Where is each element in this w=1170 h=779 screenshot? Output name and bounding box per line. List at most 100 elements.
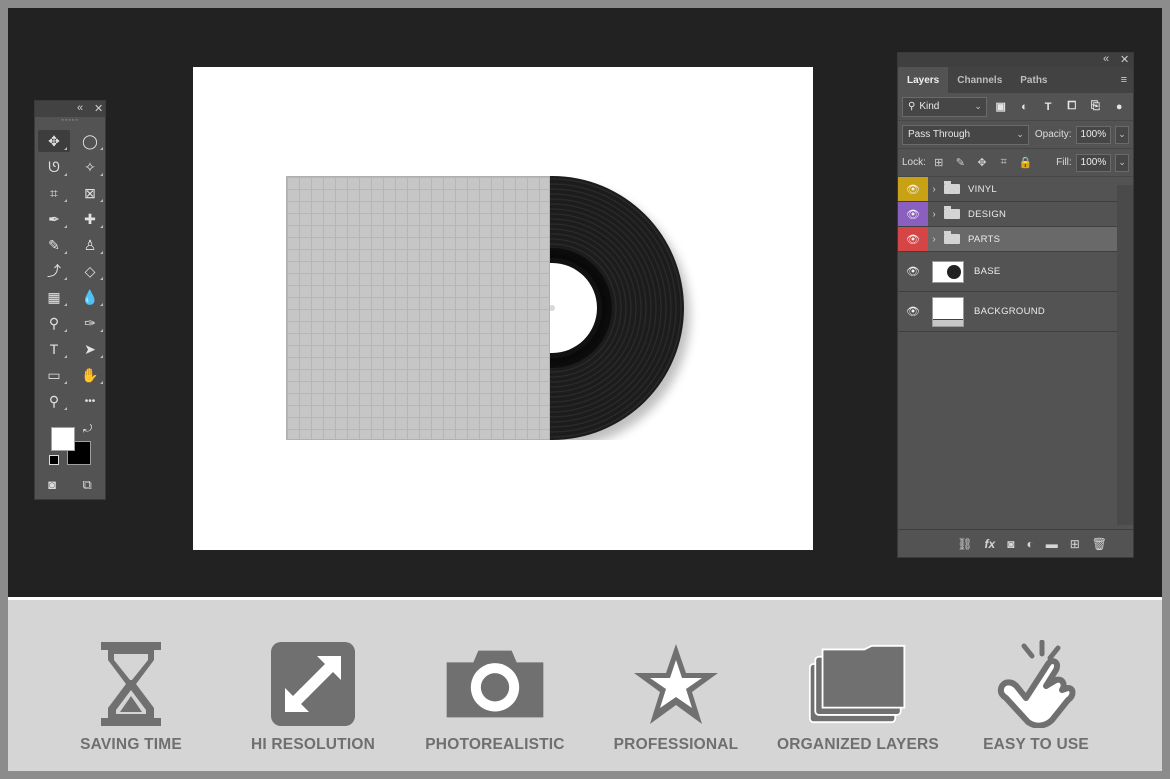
visibility-eye-icon[interactable]: 👁 [898,227,928,251]
trash-icon[interactable]: 🗑 [1092,537,1107,551]
filter-adjustment-icon[interactable]: ◐ [1015,97,1035,117]
feature-label: ORGANIZED LAYERS [777,736,939,753]
lock-image-icon[interactable]: ✎ [952,156,970,169]
panel-grip[interactable]: ▪▪▪▪▪ [35,117,105,127]
search-icon: ⚲ [908,101,916,112]
adjustment-layer-icon[interactable]: ◐ [1026,537,1033,551]
visibility-eye-icon[interactable]: 👁 [898,252,928,291]
visibility-eye-icon[interactable]: 👁 [898,292,928,331]
chevron-right-icon[interactable]: › [928,184,940,195]
blur-tool-icon[interactable]: 💧 [74,286,106,308]
new-layer-icon[interactable]: ⊞ [1070,537,1080,551]
panel-menu-icon[interactable]: ≡ [1121,74,1127,86]
visibility-eye-icon[interactable]: 👁 [898,202,928,226]
close-panel-icon[interactable]: ✕ [1120,53,1129,66]
collapse-panel-icon[interactable]: « [1103,53,1109,65]
more-tools-icon[interactable]: ••• [74,390,106,412]
lock-all-icon[interactable]: 🔒 [1016,156,1034,169]
frame-tool-icon[interactable]: ⊠ [74,182,106,204]
blend-row: Pass Through ⌄ Opacity: 100% ⌄ [898,121,1133,149]
layer-name: DESIGN [968,208,1007,220]
collapse-icon[interactable]: « [77,102,83,114]
new-group-icon[interactable]: ▬ [1046,537,1058,551]
quick-mask-icon[interactable]: ◙ [48,477,56,493]
feature-label: PROFESSIONAL [613,736,739,753]
hand-tool-icon[interactable]: ✋ [74,364,106,386]
blend-mode-select[interactable]: Pass Through ⌄ [902,124,1029,145]
feature-professional: PROFESSIONAL [576,638,776,754]
tab-channels[interactable]: Channels [948,67,1011,93]
swap-colors-icon[interactable]: ⤾ [83,423,92,436]
filter-kind-label: Kind [919,101,940,112]
layer-group-design[interactable]: 👁 › DESIGN [898,202,1133,227]
foreground-color[interactable] [51,427,75,451]
folder-icon [944,181,960,194]
rectangle-tool-icon[interactable]: ▭ [38,364,70,386]
feature-label: PHOTOREALISTIC [425,736,565,753]
screen-mode-icon[interactable]: ⧉ [82,477,91,493]
default-colors-icon[interactable] [49,455,59,465]
tab-paths[interactable]: Paths [1011,67,1056,93]
document-canvas[interactable] [193,67,813,550]
magic-wand-tool-icon[interactable]: ✧ [74,156,106,178]
vinyl-record [550,176,720,440]
layer-background[interactable]: 👁 BACKGROUND [898,292,1133,332]
lock-artboard-icon[interactable]: ⌗ [995,156,1013,169]
layer-name: PARTS [968,233,1001,245]
eyedropper-tool-icon[interactable]: ✒ [38,208,70,230]
opacity-input[interactable]: 100% [1075,125,1112,144]
move-tool-icon[interactable]: ✥ [38,130,70,152]
layers-scrollbar[interactable] [1117,185,1133,525]
dodge-tool-icon[interactable]: ⚲ [38,312,70,334]
blend-mode-value: Pass Through [908,129,971,140]
lasso-tool-icon[interactable]: ᘎ [38,156,70,178]
layers-panel: « ✕ Layers Channels Paths ≡ ⚲ Kind ⌄ ▣ ◐… [897,52,1134,558]
filter-type-icon[interactable]: T [1038,97,1058,117]
add-mask-icon[interactable]: ◙ [1007,537,1014,551]
tab-layers[interactable]: Layers [898,67,949,93]
lock-position-icon[interactable]: ✥ [973,156,991,169]
filter-pixel-icon[interactable]: ▣ [991,97,1011,117]
chevron-right-icon[interactable]: › [928,234,940,245]
chevron-down-icon: ⌄ [974,100,982,111]
pen-tool-icon[interactable]: ✑ [74,312,106,334]
lock-row: Lock: ⊞ ✎ ✥ ⌗ 🔒 Fill: 100% ⌄ [898,149,1133,177]
lock-transparent-icon[interactable]: ⊞ [930,156,948,169]
chevron-right-icon[interactable]: › [928,209,940,220]
layer-group-vinyl[interactable]: 👁 › VINYL [898,177,1133,202]
crop-tool-icon[interactable]: ⌗ [38,182,70,204]
layer-base[interactable]: 👁 BASE [898,252,1133,292]
link-layers-icon[interactable]: ⛓ [957,537,972,551]
fill-input[interactable]: 100% [1075,153,1112,172]
filter-smart-object-icon[interactable]: ⎘ [1086,97,1106,117]
type-tool-icon[interactable]: T [38,338,70,360]
hourglass-icon [81,638,181,730]
close-icon[interactable]: ✕ [94,102,103,115]
record-label [550,263,597,353]
path-selection-tool-icon[interactable]: ➤ [74,338,106,360]
feature-label: SAVING TIME [80,736,182,753]
clone-stamp-tool-icon[interactable]: ♙ [74,234,106,256]
camera-icon [445,638,545,730]
filter-toggle-icon[interactable]: ● [1109,97,1129,117]
visibility-eye-icon[interactable]: 👁 [898,177,928,201]
feature-hi-resolution: HI RESOLUTION [213,638,413,754]
healing-brush-tool-icon[interactable]: ✚ [74,208,106,230]
gradient-tool-icon[interactable]: ▦ [38,286,70,308]
fx-icon[interactable]: fx [985,537,996,551]
zoom-tool-icon[interactable]: ⚲ [38,390,70,412]
color-swatches: ⤾ [35,423,105,471]
filter-kind-select[interactable]: ⚲ Kind ⌄ [902,96,987,117]
opacity-dropdown[interactable]: ⌄ [1115,125,1129,144]
marquee-ellipse-tool-icon[interactable]: ◯ [74,130,106,152]
eraser-tool-icon[interactable]: ◇ [74,260,106,282]
layer-thumbnail [932,260,964,283]
feature-label: EASY TO USE [983,736,1089,753]
photoshop-workspace: « ✕ ▪▪▪▪▪ ✥ ◯ ᘎ ✧ ⌗ ⊠ ✒ ✚ ✎ ♙ ⤴ ◇ ▦ 💧 ⚲ ✑ T ➤ ▭ ✋ ⚲ ••• ⤾ ◙ ⧉… [8,8,1162,597]
brush-tool-icon[interactable]: ✎ [38,234,70,256]
fill-dropdown[interactable]: ⌄ [1115,153,1130,172]
history-brush-tool-icon[interactable]: ⤴ [38,260,70,282]
expand-icon [263,638,363,730]
filter-shape-icon[interactable]: ⧠ [1062,97,1082,117]
layer-group-parts[interactable]: 👁 › PARTS [898,227,1133,252]
